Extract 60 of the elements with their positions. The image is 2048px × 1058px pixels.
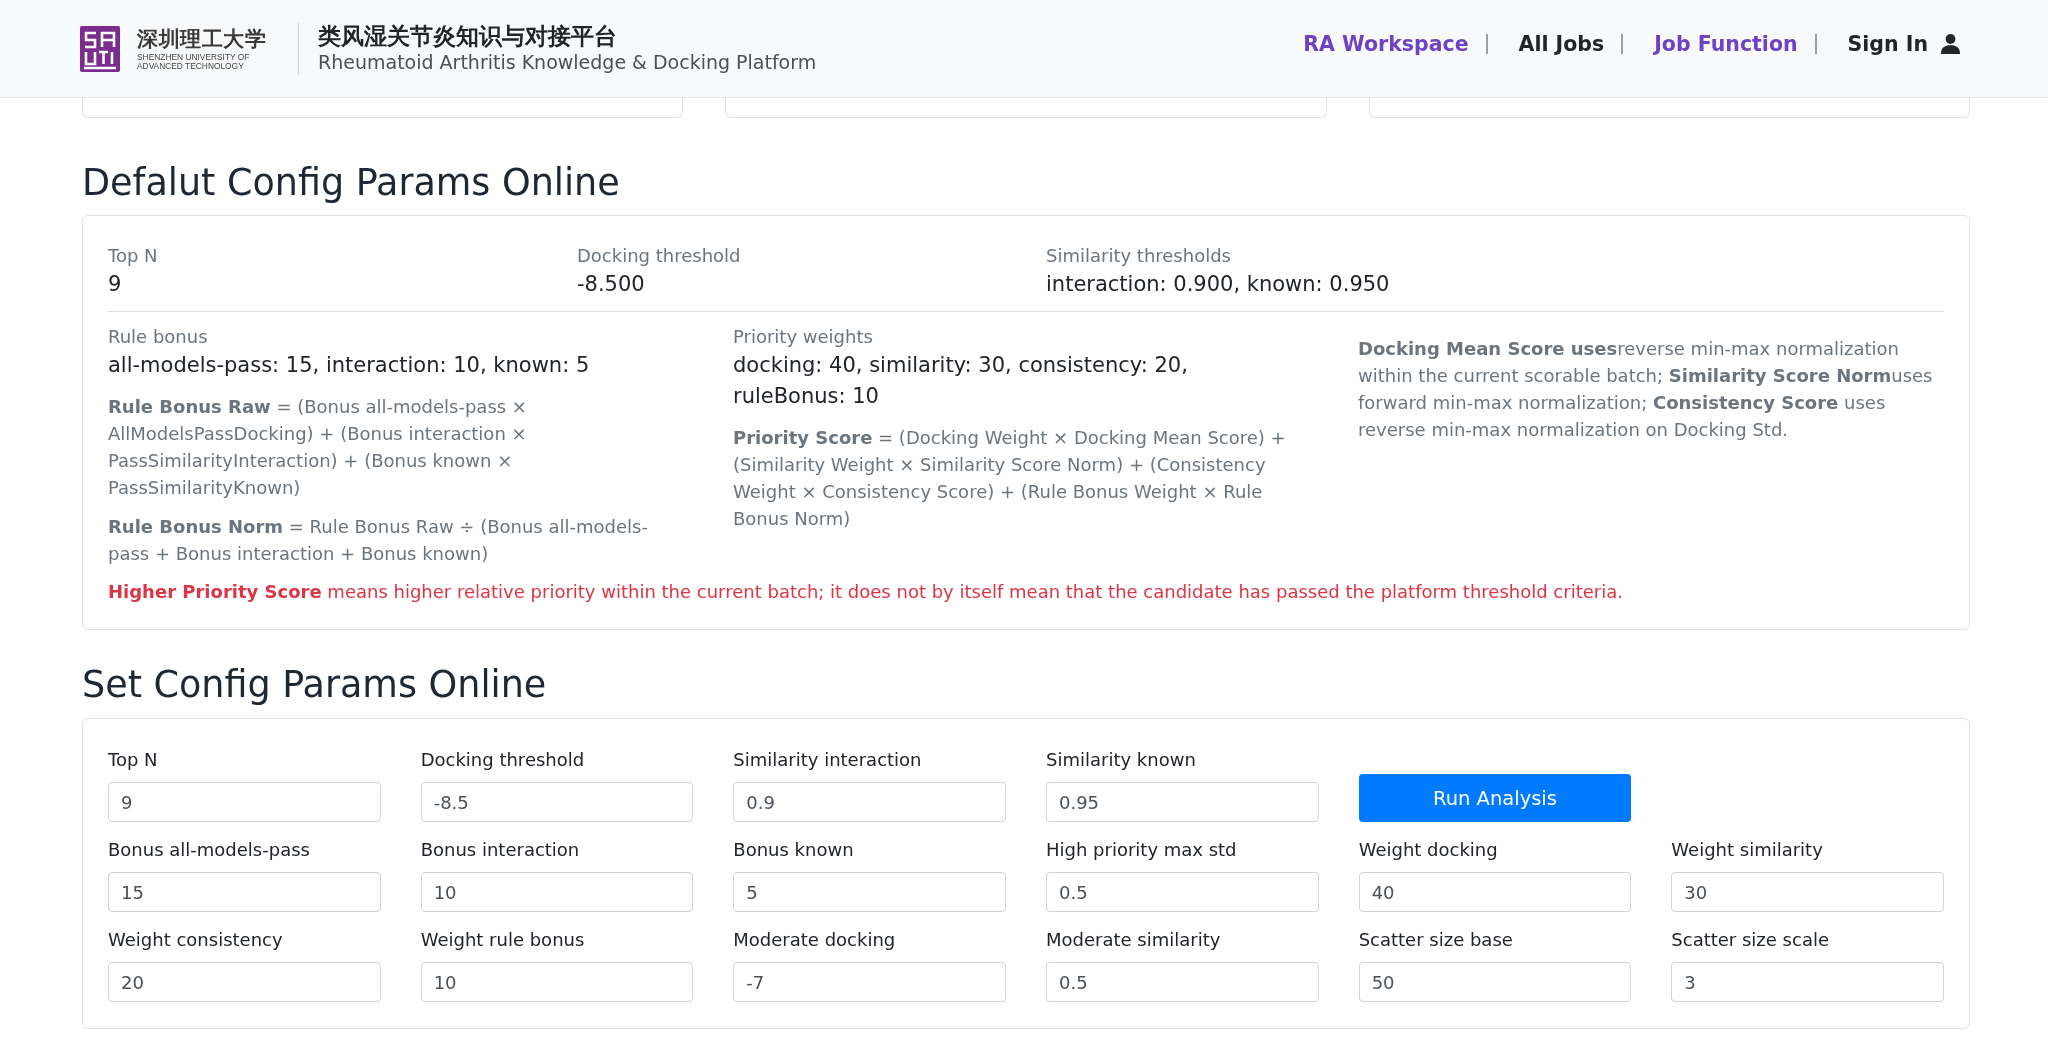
number-field[interactable]: 9 — [108, 782, 381, 822]
explanation-text: Docking Mean Score usesreverse min-max normalization within the current scorable batch; Similarity Score Normuses forward min-max normalization; Consistency Score uses reverse min-max normalization on Docking Std. — [1358, 337, 1934, 442]
param-value: all-models-pass: 15, interaction: 10, known: 5 — [108, 352, 590, 379]
section-heading: Set Config Params Online — [82, 664, 548, 706]
field-label: Bonus all-models-pass — [108, 838, 311, 862]
number-field[interactable]: 10 — [420, 962, 694, 1002]
nav-link[interactable]: Job Function — [1654, 29, 1798, 58]
field-label: Moderate similarity — [1046, 928, 1222, 952]
platform-title: 类风湿关节炎知识与对接平台 — [318, 22, 618, 50]
param-label: Similarity thresholds — [1046, 244, 1231, 268]
number-field[interactable]: 0.9 — [733, 782, 1006, 822]
field-label: Weight similarity — [1671, 838, 1824, 862]
run-analysis-button[interactable]: Run Analysis — [1358, 774, 1632, 822]
logo-icon — [80, 25, 120, 72]
university-name: 深圳理工大学 — [137, 26, 266, 51]
param-value: interaction: 0.900, known: 0.950 — [1046, 271, 1390, 298]
param-value: 9 — [108, 271, 122, 298]
field-label: Docking threshold — [420, 748, 586, 772]
number-field[interactable]: 0.95 — [1046, 782, 1319, 822]
field-label: Bonus known — [733, 838, 855, 862]
number-field[interactable]: 3 — [1671, 962, 1944, 1002]
user-icon — [1941, 33, 1960, 54]
number-field[interactable]: 40 — [1358, 872, 1632, 912]
number-field[interactable]: 15 — [108, 872, 381, 912]
warning-text: Higher Priority Score means higher relative priority within the current batch; it does not by itself mean that the candidate has passed the platform threshold criteria. — [108, 580, 1624, 604]
number-field[interactable]: 10 — [420, 872, 694, 912]
formula-text: Rule Bonus Raw = (Bonus all-models-pass × AllModelsPassDocking) + (Bonus interaction × PassSimilarityInteraction) + (Bonus known × PassSimilarityKnown) — [108, 395, 528, 500]
field-label: Top N — [108, 748, 159, 772]
nav-link[interactable]: RA Workspace — [1303, 29, 1469, 58]
field-label: Similarity interaction — [733, 748, 923, 772]
formula-text: Rule Bonus Norm = Rule Bonus Raw ÷ (Bonus all-models-pass + Bonus interaction + Bonus known) — [108, 515, 649, 566]
field-label: Scatter size base — [1358, 928, 1514, 952]
number-field[interactable]: 20 — [108, 962, 381, 1002]
field-label: Weight docking — [1358, 838, 1499, 862]
field-label: Weight consistency — [108, 928, 284, 952]
number-field[interactable]: 50 — [1358, 962, 1632, 1002]
param-label: Top N — [108, 244, 158, 268]
field-label: Similarity known — [1046, 748, 1197, 772]
field-label: Weight rule bonus — [420, 928, 586, 952]
university-name-english: SHENZHEN UNIVERSITY OF ADVANCED TECHNOLOGY — [137, 52, 251, 71]
formula-text: Priority Score = (Docking Weight × Docking Mean Score) + (Similarity Weight × Similarity Score Norm) + (Consistency Weight × Consistency Score) + (Rule Bonus Weight × Rule Bonus Norm) — [733, 426, 1287, 531]
nav-link[interactable]: All Jobs — [1518, 29, 1605, 58]
param-label: Docking threshold — [577, 244, 741, 268]
platform-subtitle: Rheumatoid Arthritis Knowledge & Docking Platform — [318, 49, 817, 75]
number-field[interactable]: -8.5 — [420, 782, 694, 822]
number-field[interactable]: -7 — [733, 962, 1006, 1002]
number-field[interactable]: 0.5 — [1046, 962, 1319, 1002]
section-heading: Defalut Config Params Online — [82, 162, 621, 204]
param-label: Priority weights — [733, 325, 873, 349]
number-field[interactable]: 30 — [1671, 872, 1944, 912]
param-value: docking: 40, similarity: 30, consistency: 20, ruleBonus: 10 — [733, 352, 1189, 410]
sign-in-link[interactable]: Sign In — [1847, 29, 1960, 58]
param-label: Rule bonus — [108, 325, 208, 349]
field-label: Moderate docking — [733, 928, 897, 952]
number-field[interactable]: 0.5 — [1046, 872, 1319, 912]
number-field[interactable]: 5 — [733, 872, 1006, 912]
field-label: Bonus interaction — [420, 838, 581, 862]
field-label: High priority max std — [1046, 838, 1238, 862]
param-value: -8.500 — [577, 271, 645, 298]
field-label: Scatter size scale — [1671, 928, 1830, 952]
